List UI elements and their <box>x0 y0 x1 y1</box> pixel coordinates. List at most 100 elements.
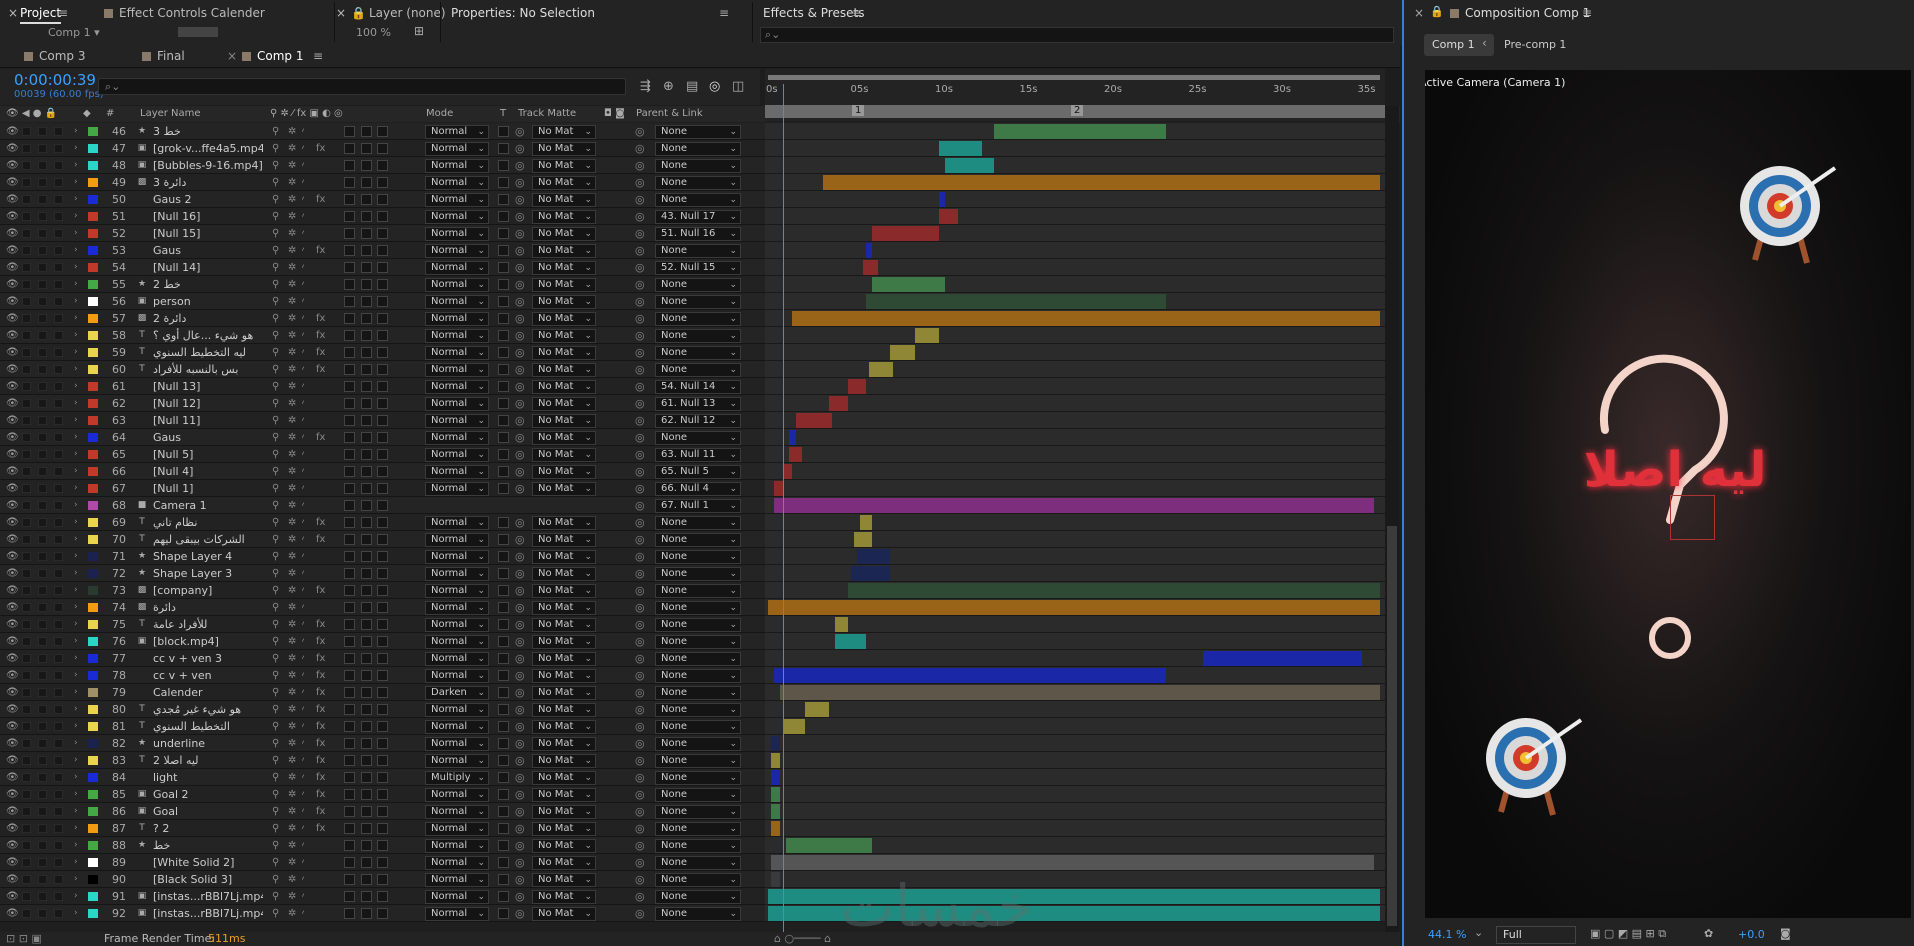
visibility-eye-icon[interactable]: 👁 <box>6 633 19 650</box>
solo-toggle[interactable] <box>38 416 47 425</box>
collapse-switch-icon[interactable]: ✲ <box>288 225 296 242</box>
quality-switch-icon[interactable]: ⁄ <box>302 344 304 361</box>
layer-name[interactable]: [instas...rBBl7Lj.mp4] <box>153 888 263 905</box>
layer-name[interactable]: دائرة 2 <box>153 310 263 327</box>
expand-chevron-icon[interactable]: › <box>74 616 78 633</box>
mode-select[interactable]: Normal ⌄ <box>425 754 489 768</box>
expand-chevron-icon[interactable]: › <box>74 157 78 174</box>
quality-switch-icon[interactable]: ⁄ <box>302 854 304 871</box>
3d-layer-switch[interactable] <box>377 738 388 749</box>
track-matte-select[interactable]: No Mat ⌄ <box>532 295 596 309</box>
quality-switch-icon[interactable]: ⁄ <box>302 412 304 429</box>
preserve-transparency[interactable] <box>498 653 509 664</box>
collapse-switch-icon[interactable]: ✲ <box>288 208 296 225</box>
preserve-transparency[interactable] <box>498 840 509 851</box>
collapse-switch-icon[interactable]: ✲ <box>288 650 296 667</box>
3d-layer-switch[interactable] <box>377 602 388 613</box>
parent-pickwhip-icon[interactable]: ◎ <box>635 429 645 446</box>
preserve-transparency[interactable] <box>498 177 509 188</box>
layer-name[interactable]: Gaus <box>153 242 263 259</box>
solo-toggle[interactable] <box>38 671 47 680</box>
lock-toggle[interactable] <box>54 518 63 527</box>
collapse-switch-icon[interactable]: ✲ <box>288 429 296 446</box>
quality-switch-icon[interactable]: ⁄ <box>302 157 304 174</box>
layer-row[interactable]: 👁 › 66 [Null 4] ⚲ ✲ ⁄ Normal ⌄ ◎ No Mat ⌄ ◎ 65. Null … <box>0 463 765 480</box>
3d-layer-switch[interactable] <box>377 568 388 579</box>
preserve-transparency[interactable] <box>498 432 509 443</box>
layer-duration-bar[interactable] <box>872 226 940 241</box>
expand-chevron-icon[interactable]: › <box>74 684 78 701</box>
mode-select[interactable]: Normal ⌄ <box>425 346 489 360</box>
layer-row[interactable]: 👁 › 67 [Null 1] ⚲ ✲ ⁄ Normal ⌄ ◎ No Mat ⌄ ◎ 66. Null … <box>0 480 765 497</box>
label-color[interactable] <box>88 858 98 867</box>
shy-switch-icon[interactable]: ⚲ <box>272 123 279 140</box>
matte-pickwhip-icon[interactable]: ◎ <box>515 344 525 361</box>
layer-name[interactable]: Shape Layer 4 <box>153 548 263 565</box>
audio-toggle[interactable] <box>22 841 31 850</box>
solo-toggle[interactable] <box>38 739 47 748</box>
adjustment-switch[interactable] <box>361 517 372 528</box>
shy-switch-icon[interactable]: ⚲ <box>272 497 279 514</box>
motion-blur-switch[interactable] <box>344 364 355 375</box>
adjustment-switch[interactable] <box>361 177 372 188</box>
parent-pickwhip-icon[interactable]: ◎ <box>635 412 645 429</box>
col-parent[interactable]: Parent & Link <box>636 108 703 119</box>
matte-pickwhip-icon[interactable]: ◎ <box>515 276 525 293</box>
fx-switch-icon[interactable]: fx <box>316 718 325 735</box>
layer-row[interactable]: 👁 › 68 ■ Camera 1 ⚲ ✲ ⁄ ◎ 67. Null 1 ⌄ <box>0 497 765 514</box>
frame-blend-icon[interactable]: ◎ <box>709 79 720 94</box>
layer-name[interactable]: person <box>153 293 263 310</box>
quality-switch-icon[interactable]: ⁄ <box>302 888 304 905</box>
parent-pickwhip-icon[interactable]: ◎ <box>635 718 645 735</box>
3d-layer-switch[interactable] <box>377 143 388 154</box>
motion-blur-switch[interactable] <box>344 381 355 392</box>
motion-blur-switch[interactable] <box>344 687 355 698</box>
motion-blur-switch[interactable] <box>344 874 355 885</box>
solo-toggle[interactable] <box>38 127 47 136</box>
expand-chevron-icon[interactable]: › <box>74 378 78 395</box>
label-color[interactable] <box>88 365 98 374</box>
preserve-transparency[interactable] <box>498 160 509 171</box>
layer-row[interactable]: 👁 › 80 T هو شيء غير مُجدي ⚲ ✲ ⁄ fx Normal ⌄ ◎ No Mat… <box>0 701 765 718</box>
mode-select[interactable]: Normal ⌄ <box>425 329 489 343</box>
visibility-eye-icon[interactable]: 👁 <box>6 480 19 497</box>
audio-toggle[interactable] <box>22 909 31 918</box>
audio-toggle[interactable] <box>22 229 31 238</box>
parent-select[interactable]: 52. Null 15 ⌄ <box>655 261 741 275</box>
label-color[interactable] <box>88 501 98 510</box>
chevron-left-icon[interactable]: ‹ <box>1482 36 1487 50</box>
solo-toggle[interactable] <box>38 280 47 289</box>
menu-icon[interactable]: ≡ <box>58 6 68 20</box>
mode-select[interactable]: Normal ⌄ <box>425 652 489 666</box>
solo-toggle[interactable] <box>38 824 47 833</box>
lock-toggle[interactable] <box>54 841 63 850</box>
collapse-switch-icon[interactable]: ✲ <box>288 905 296 922</box>
matte-pickwhip-icon[interactable]: ◎ <box>515 701 525 718</box>
fx-switch-icon[interactable]: fx <box>316 191 325 208</box>
collapse-switch-icon[interactable]: ✲ <box>288 446 296 463</box>
collapse-switch-icon[interactable]: ✲ <box>288 786 296 803</box>
label-color[interactable] <box>88 195 98 204</box>
visibility-eye-icon[interactable]: 👁 <box>6 395 19 412</box>
parent-select[interactable]: 65. Null 5 ⌄ <box>655 465 741 479</box>
adjustment-switch[interactable] <box>361 500 372 511</box>
mode-select[interactable]: Normal ⌄ <box>425 227 489 241</box>
preserve-transparency[interactable] <box>498 534 509 545</box>
motion-blur-switch[interactable] <box>344 891 355 902</box>
3d-layer-switch[interactable] <box>377 347 388 358</box>
layer-name[interactable]: هو شيء غير مُجدي <box>153 701 263 718</box>
collapse-switch-icon[interactable]: ✲ <box>288 463 296 480</box>
expand-chevron-icon[interactable]: › <box>74 412 78 429</box>
layer-row[interactable]: 👁 › 53 Gaus ⚲ ✲ ⁄ fx Normal ⌄ ◎ No Mat ⌄ ◎ None ⌄ <box>0 242 765 259</box>
motion-blur-switch[interactable] <box>344 126 355 137</box>
tab-final[interactable]: Final <box>157 49 185 63</box>
layer-duration-bar[interactable] <box>771 753 781 768</box>
lock-toggle[interactable] <box>54 875 63 884</box>
collapse-switch-icon[interactable]: ✲ <box>288 123 296 140</box>
adjustment-switch[interactable] <box>361 551 372 562</box>
tab-effect-controls[interactable]: Effect Controls Calender <box>104 2 265 24</box>
layer-name[interactable]: [grok-v...ffe4a5.mp4] <box>153 140 263 157</box>
layer-name[interactable]: [Null 1] <box>153 480 263 497</box>
shy-switch-icon[interactable]: ⚲ <box>272 259 279 276</box>
layer-duration-bar[interactable] <box>853 532 873 547</box>
